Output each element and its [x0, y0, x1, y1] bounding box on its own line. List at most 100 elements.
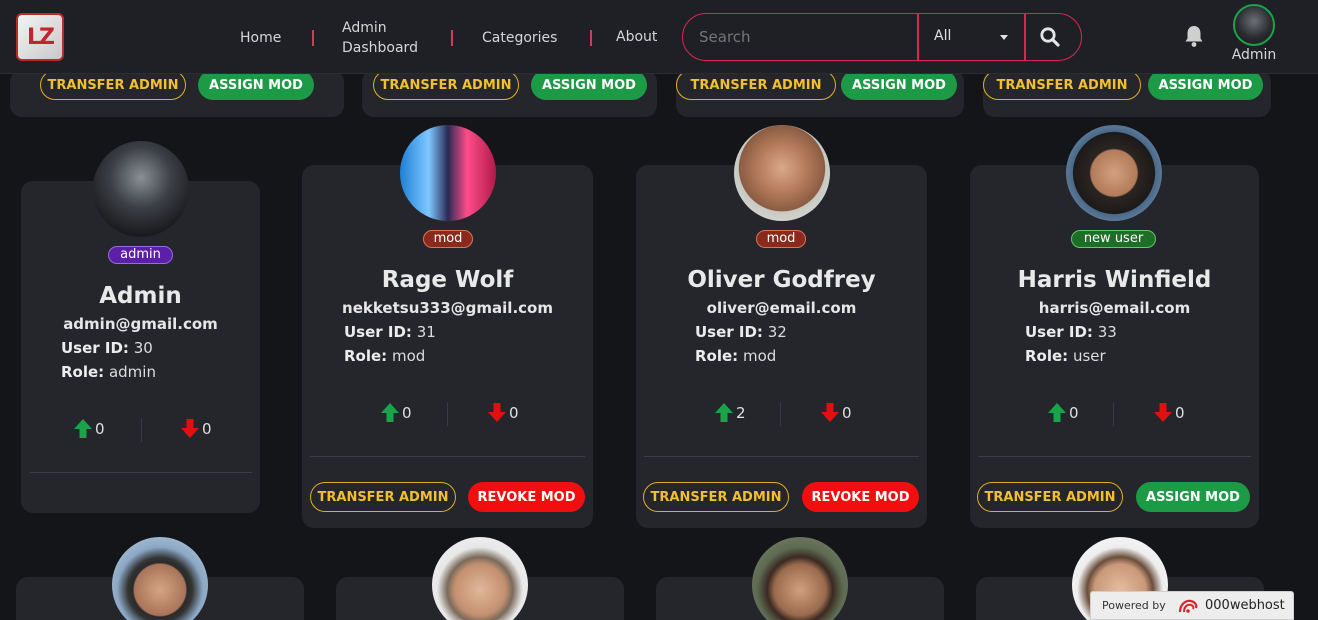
user-id-value: 33	[1097, 323, 1117, 341]
user-card-partial: TRANSFER ADMIN ASSIGN MOD	[362, 70, 657, 117]
hosting-badge[interactable]: Powered by 000webhost	[1090, 591, 1294, 620]
role-label: Role:	[1025, 347, 1069, 365]
transfer-admin-button[interactable]: TRANSFER ADMIN	[977, 482, 1123, 512]
transfer-admin-button[interactable]: TRANSFER ADMIN	[310, 482, 456, 512]
user-card-partial: TRANSFER ADMIN ASSIGN MOD	[983, 70, 1271, 117]
upvote[interactable]: 0	[73, 418, 105, 439]
navbar: LZ Home Admin Dashboard Categories About…	[0, 0, 1318, 74]
avatar	[752, 537, 848, 620]
upvote[interactable]: 0	[380, 402, 412, 423]
transfer-admin-button[interactable]: TRANSFER ADMIN	[983, 70, 1141, 100]
user-id-value: 32	[767, 323, 787, 341]
upvote[interactable]: 2	[714, 402, 746, 423]
transfer-admin-button[interactable]: TRANSFER ADMIN	[40, 70, 186, 100]
downvote[interactable]: 0	[1153, 402, 1185, 423]
search-divider	[917, 14, 919, 60]
revoke-mod-button[interactable]: REVOKE MOD	[468, 482, 585, 512]
vote-separator	[447, 402, 448, 426]
arrow-up-icon	[715, 403, 733, 422]
nav-separator	[590, 30, 592, 46]
card-divider	[644, 456, 919, 457]
arrow-up-icon	[1048, 403, 1066, 422]
assign-mod-button[interactable]: ASSIGN MOD	[1148, 70, 1263, 100]
upvote-count: 0	[95, 419, 105, 438]
arrow-up-icon	[381, 403, 399, 422]
vote-separator	[141, 418, 142, 442]
card-divider	[30, 472, 252, 473]
arrow-down-icon	[821, 403, 839, 422]
downvote[interactable]: 0	[820, 402, 852, 423]
search-input[interactable]	[699, 28, 899, 46]
arrow-down-icon	[488, 403, 506, 422]
upvote[interactable]: 0	[1047, 402, 1079, 423]
search-filter-select[interactable]: All	[934, 28, 951, 44]
vote-separator	[1113, 402, 1114, 426]
upvote-count: 2	[736, 403, 746, 422]
upvote-count: 0	[1069, 403, 1079, 422]
nav-home[interactable]: Home	[240, 28, 281, 48]
nav-separator	[312, 30, 314, 46]
role-line: Role: mod	[344, 347, 425, 365]
user-id-line: User ID: 30	[61, 339, 153, 357]
upvote-count: 0	[402, 403, 412, 422]
role-badge: mod	[756, 230, 806, 248]
search-button[interactable]	[1039, 26, 1063, 48]
user-id-line: User ID: 31	[344, 323, 436, 341]
downvote-count: 0	[842, 403, 852, 422]
avatar	[93, 141, 189, 237]
user-name: Harris Winfield	[1017, 267, 1212, 293]
downvote[interactable]: 0	[180, 418, 212, 439]
user-name: Admin	[99, 283, 182, 309]
powered-by-text: Powered by	[1102, 599, 1166, 612]
assign-mod-button[interactable]: ASSIGN MOD	[841, 70, 957, 100]
card-divider	[978, 456, 1251, 457]
downvote-count: 0	[202, 419, 212, 438]
bell-icon	[1185, 26, 1203, 47]
host-logo-icon	[1178, 599, 1198, 613]
nav-separator	[451, 30, 453, 46]
user-label[interactable]: Admin	[1226, 47, 1282, 63]
user-name: Rage Wolf	[381, 267, 514, 293]
site-logo[interactable]: LZ	[16, 13, 64, 61]
user-email: harris@email.com	[1038, 299, 1191, 317]
transfer-admin-button[interactable]: TRANSFER ADMIN	[676, 70, 836, 100]
card-divider	[310, 456, 585, 457]
nav-dashboard-line2: Dashboard	[342, 40, 418, 56]
transfer-admin-button[interactable]: TRANSFER ADMIN	[643, 482, 789, 512]
role-badge: new user	[1071, 230, 1156, 248]
nav-admin-dashboard[interactable]: Admin Dashboard	[342, 18, 418, 58]
chevron-down-icon[interactable]	[1000, 35, 1008, 40]
arrow-down-icon	[1154, 403, 1172, 422]
logo-text: LZ	[27, 24, 55, 50]
user-id-label: User ID:	[1025, 323, 1093, 341]
role-value: mod	[742, 347, 777, 365]
arrow-down-icon	[181, 419, 199, 438]
nav-about[interactable]: About	[616, 27, 657, 47]
assign-mod-button[interactable]: ASSIGN MOD	[1136, 482, 1250, 512]
search-icon	[1040, 27, 1060, 47]
user-id-label: User ID:	[695, 323, 763, 341]
avatar	[1066, 125, 1162, 221]
user-avatar[interactable]	[1233, 4, 1275, 46]
user-email: oliver@email.com	[706, 299, 857, 317]
user-card-partial: TRANSFER ADMIN ASSIGN MOD	[10, 70, 344, 117]
notification-bell[interactable]	[1183, 24, 1205, 48]
arrow-up-icon	[74, 419, 92, 438]
downvote-count: 0	[509, 403, 519, 422]
avatar	[112, 537, 208, 620]
role-line: Role: mod	[695, 347, 776, 365]
user-card-partial: TRANSFER ADMIN ASSIGN MOD	[676, 70, 964, 117]
role-label: Role:	[61, 363, 105, 381]
role-value: admin	[108, 363, 156, 381]
nav-categories[interactable]: Categories	[482, 28, 557, 48]
assign-mod-button[interactable]: ASSIGN MOD	[531, 70, 647, 100]
transfer-admin-button[interactable]: TRANSFER ADMIN	[373, 70, 519, 100]
user-id-label: User ID:	[344, 323, 412, 341]
role-label: Role:	[344, 347, 388, 365]
user-id-value: 31	[416, 323, 436, 341]
assign-mod-button[interactable]: ASSIGN MOD	[198, 70, 314, 100]
revoke-mod-button[interactable]: REVOKE MOD	[802, 482, 919, 512]
user-id-value: 30	[133, 339, 153, 357]
role-line: Role: admin	[61, 363, 156, 381]
downvote[interactable]: 0	[487, 402, 519, 423]
